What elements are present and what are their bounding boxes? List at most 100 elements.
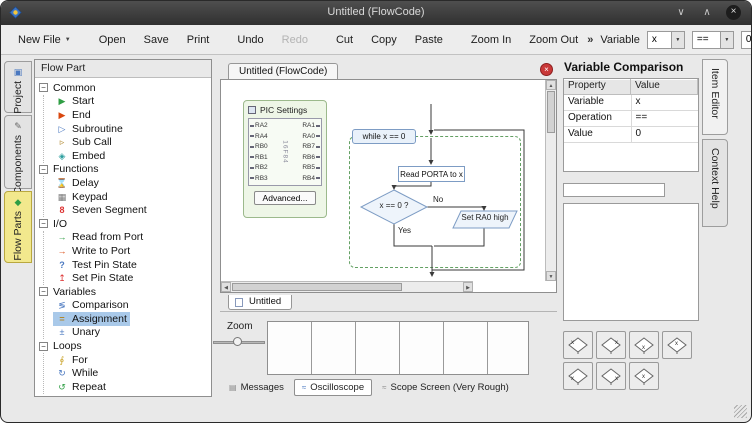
sidebar-tab-item-editor[interactable]: Item Editor — [702, 59, 728, 135]
property-value-cell[interactable]: 0 — [632, 127, 699, 142]
flowchart-canvas[interactable]: PIC Settings RA2 RA4 RB0 RB1 RB2 RB3 16F… — [220, 79, 557, 293]
tree-item-sub-call[interactable]: ▹Sub Call — [53, 135, 115, 149]
scroll-down-icon[interactable]: ▼ — [546, 271, 556, 281]
tree-group-loops[interactable]: −Loops — [39, 339, 207, 353]
zoom-slider-thumb[interactable] — [233, 337, 242, 346]
tree-item-unary[interactable]: ±Unary — [53, 326, 103, 340]
tree-item-write-to-port[interactable]: →Write to Port — [53, 244, 133, 258]
variable-select[interactable]: x ▼ — [647, 31, 685, 49]
tree-item-delay[interactable]: ⌛Delay — [53, 176, 102, 190]
tree-group-io[interactable]: −I/O — [39, 217, 207, 231]
tree-item-label: Test Pin State — [72, 259, 137, 271]
zoom-slider[interactable] — [213, 337, 265, 347]
property-value-cell[interactable]: x — [632, 95, 699, 110]
description-box[interactable] — [563, 203, 699, 321]
document-tab[interactable]: Untitled (FlowCode) — [228, 63, 338, 79]
new-file-button[interactable]: New File▼ — [9, 30, 80, 50]
app-icon[interactable] — [9, 6, 22, 19]
sidebar-tab-flow-parts[interactable]: ◆ Flow Parts — [4, 191, 32, 263]
tree-item-read-from-port[interactable]: →Read from Port — [53, 231, 146, 245]
expander-icon[interactable]: − — [39, 219, 48, 228]
tree-item-assignment[interactable]: =Assignment — [53, 312, 130, 326]
operator-select[interactable]: == ▼ — [692, 31, 734, 49]
cut-button[interactable]: Cut — [327, 30, 362, 50]
sidebar-tab-components[interactable]: ✎ Components — [4, 115, 32, 189]
chevron-down-icon[interactable]: ▼ — [720, 32, 733, 48]
pin-label: RA2 — [250, 121, 268, 130]
advanced-button[interactable]: Advanced... — [254, 191, 316, 205]
column-header-property[interactable]: Property — [564, 79, 631, 94]
zoom-out-button[interactable]: Zoom Out — [520, 30, 587, 50]
vertical-scrollbar-thumb[interactable] — [547, 91, 555, 133]
comparison-template-button[interactable]: x — [563, 331, 593, 359]
scroll-left-icon[interactable]: ◀ — [221, 282, 231, 292]
seven-segment-icon: 8 — [56, 204, 68, 216]
close-icon[interactable]: × — [726, 5, 741, 20]
tree-group-variables[interactable]: −Variables — [39, 285, 207, 299]
sidebar-tab-context-help[interactable]: Context Help — [702, 139, 728, 227]
property-value-cell[interactable]: == — [632, 111, 699, 126]
while-loop-icon: ↻ — [56, 367, 68, 379]
save-button[interactable]: Save — [135, 30, 178, 50]
tree-item-end[interactable]: ▶End — [53, 108, 94, 122]
read-porta-box[interactable]: Read PORTA to x — [398, 166, 465, 182]
resize-grip[interactable] — [734, 405, 747, 418]
comparison-template-button[interactable]: x — [629, 362, 659, 390]
tree-item-while[interactable]: ↻While — [53, 366, 101, 380]
tab-messages[interactable]: ▤ Messages — [222, 380, 291, 395]
scroll-up-icon[interactable]: ▲ — [546, 80, 556, 90]
tree-group-common[interactable]: −Common — [39, 81, 207, 95]
tab-scope-screen[interactable]: ≈ Scope Screen (Very Rough) — [375, 380, 516, 395]
tree-item-test-pin-state[interactable]: ?Test Pin State — [53, 258, 140, 272]
minimize-icon[interactable]: ∨ — [674, 7, 688, 18]
vertical-scrollbar[interactable]: ▲ ▼ — [545, 80, 556, 281]
set-ra0-label[interactable]: Set RA0 high — [453, 213, 517, 222]
chevron-down-icon[interactable]: ▼ — [671, 32, 684, 48]
template-button-grid: x x x x x x x — [563, 331, 703, 390]
print-button[interactable]: Print — [178, 30, 219, 50]
sidebar-tab-project[interactable]: ▣ Project — [4, 61, 32, 113]
horizontal-scrollbar-thumb[interactable] — [232, 283, 402, 291]
expander-icon[interactable]: − — [39, 287, 48, 296]
column-header-value[interactable]: Value — [631, 79, 698, 94]
decision-label[interactable]: x == 0 ? — [361, 201, 427, 210]
horizontal-scrollbar[interactable]: ◀ ▶ — [221, 281, 473, 292]
dropdown-arrow-icon: ▼ — [65, 37, 71, 43]
tab-close-icon[interactable]: × — [540, 63, 553, 76]
tree-item-seven-segment[interactable]: 8Seven Segment — [53, 203, 150, 217]
zoom-in-button[interactable]: Zoom In — [462, 30, 520, 50]
comparison-template-button[interactable]: x — [563, 362, 593, 390]
expander-icon[interactable]: − — [39, 165, 48, 174]
tree-item-embed[interactable]: ◈Embed — [53, 149, 108, 163]
tree-item-start[interactable]: ▶Start — [53, 95, 97, 109]
tree-item-repeat[interactable]: ↺Repeat — [53, 380, 109, 394]
copy-button[interactable]: Copy — [362, 30, 406, 50]
while-loop-box[interactable]: while x == 0 — [352, 129, 416, 144]
expander-icon[interactable]: − — [39, 342, 48, 351]
bottom-tabstrip: ▤ Messages ≈ Oscilloscope ≈ Scope Screen… — [222, 379, 516, 396]
toolbar-overflow-icon[interactable]: » — [587, 34, 593, 46]
tree-item-set-pin-state[interactable]: ↥Set Pin State — [53, 271, 136, 285]
comparison-template-button[interactable]: x — [596, 331, 626, 359]
comparison-template-button[interactable]: x — [596, 362, 626, 390]
tree-group-functions[interactable]: −Functions — [39, 163, 207, 177]
comparison-template-button[interactable]: x — [629, 331, 659, 359]
tree-item-for[interactable]: ∮For — [53, 353, 91, 367]
scroll-right-icon[interactable]: ▶ — [463, 282, 473, 292]
tree-item-comparison[interactable]: ≶Comparison — [53, 299, 132, 313]
tab-oscilloscope[interactable]: ≈ Oscilloscope — [294, 379, 372, 396]
tree-item-keypad[interactable]: ▦Keypad — [53, 190, 111, 204]
components-icon: ✎ — [14, 121, 22, 131]
tree-item-subroutine[interactable]: ▷Subroutine — [53, 122, 126, 136]
pic-settings-block[interactable]: PIC Settings RA2 RA4 RB0 RB1 RB2 RB3 16F… — [243, 100, 327, 218]
paste-button[interactable]: Paste — [406, 30, 452, 50]
undo-button[interactable]: Undo — [228, 30, 272, 50]
expander-icon[interactable]: − — [39, 83, 48, 92]
titlebar[interactable]: Untitled (FlowCode) ∨ ∧ × — [1, 1, 751, 25]
comparison-template-button[interactable]: x — [662, 331, 692, 359]
open-button[interactable]: Open — [90, 30, 135, 50]
value-select[interactable]: 0 ▼ — [741, 31, 752, 49]
subtab-untitled[interactable]: Untitled — [228, 295, 292, 310]
expression-field[interactable] — [563, 183, 665, 197]
maximize-icon[interactable]: ∧ — [700, 7, 714, 18]
